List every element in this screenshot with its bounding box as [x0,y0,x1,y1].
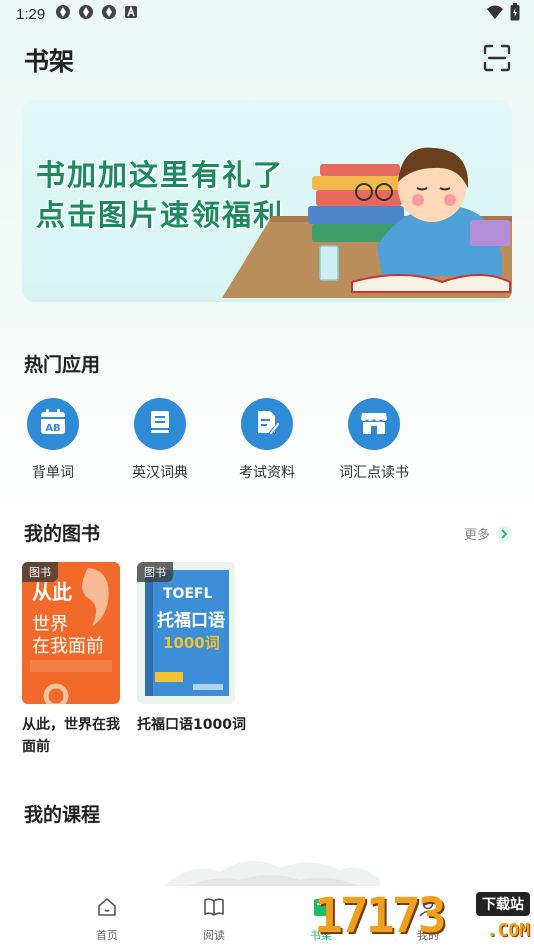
book-tag: 图书 [137,562,173,582]
app-label: 英汉词典 [132,465,188,481]
document-pencil-icon [253,408,281,440]
book-title: 从此，世界在我面前 [22,717,120,755]
page-title: 书架 [24,47,75,76]
top-bar: 书架 [0,38,534,82]
scan-icon [483,44,511,76]
tab-label: 阅读 [203,929,225,942]
book-tag: 图书 [22,562,58,582]
book-icon [146,408,174,440]
app-icon-container [241,398,293,450]
battery-icon [510,3,520,25]
status-bar: 1:29 [0,0,534,28]
store-icon [359,408,389,440]
app-label: 词汇点读书 [339,465,409,481]
my-books-title: 我的图书 [24,523,101,545]
banner-illustration [212,100,512,302]
a-badge-icon [124,5,138,23]
cover-title-1: TOEFL [163,586,213,602]
promo-banner[interactable]: 书加加这里有礼了 点击图片速领福利 [22,100,512,302]
hot-apps-title: 热门应用 [24,354,101,376]
status-time: 1:29 [16,5,46,23]
my-courses-title: 我的课程 [24,804,101,826]
watermark-number: 17173 [314,888,446,944]
more-books-link[interactable]: 更多 [464,524,512,543]
calendar-ab-icon: AB [38,407,68,441]
app-exam-materials[interactable]: 考试资料 [222,398,312,482]
cover-title-3: 在我面前 [32,636,104,657]
wifi-icon [486,4,504,24]
watermark-suffix: .COM [486,920,530,941]
book-cover: 图书 从此 世界 在我面前 [22,562,120,704]
app-vocabulary[interactable]: AB 背单词 [8,398,98,482]
app-icon-container [134,398,186,450]
chevron-right-icon [496,525,512,542]
tab-label: 首页 [96,929,118,942]
cover-title-3: 1000词 [163,634,220,652]
app-dictionary[interactable]: 英汉词典 [115,398,205,482]
app-notification-icon [55,4,71,24]
more-label: 更多 [463,528,490,543]
tab-home[interactable]: 首页 [67,896,147,943]
app-icon-container [348,398,400,450]
app-icon-container: AB [27,398,79,450]
app-notification-icon [101,4,117,24]
watermark-badge: 下载站 [476,892,530,916]
svg-text:AB: AB [45,423,60,434]
book-title: 托福口语1000词 [137,717,246,733]
book-cover: 图书 TOEFL 托福口语 1000词 [137,562,235,704]
scan-button[interactable] [482,44,512,76]
cover-title-2: 托福口语 [157,611,225,631]
app-label: 考试资料 [239,465,295,481]
tab-reading[interactable]: 阅读 [174,896,254,943]
app-label: 背单词 [32,465,74,481]
app-notification-icon [78,4,94,24]
home-icon [96,896,118,922]
book-card[interactable]: 图书 TOEFL 托福口语 1000词 托福口语1000词 [137,562,247,736]
hot-apps-grid: AB 背单词 英汉词典 考试资料 词汇点读书 [0,398,534,488]
book-card[interactable]: 图书 从此 世界 在我面前 从此，世界在我面前 [22,562,132,758]
app-vocab-reader[interactable]: 词汇点读书 [329,398,419,482]
site-watermark: 17173 下载站 .COM [310,886,534,950]
open-book-icon [203,896,225,922]
